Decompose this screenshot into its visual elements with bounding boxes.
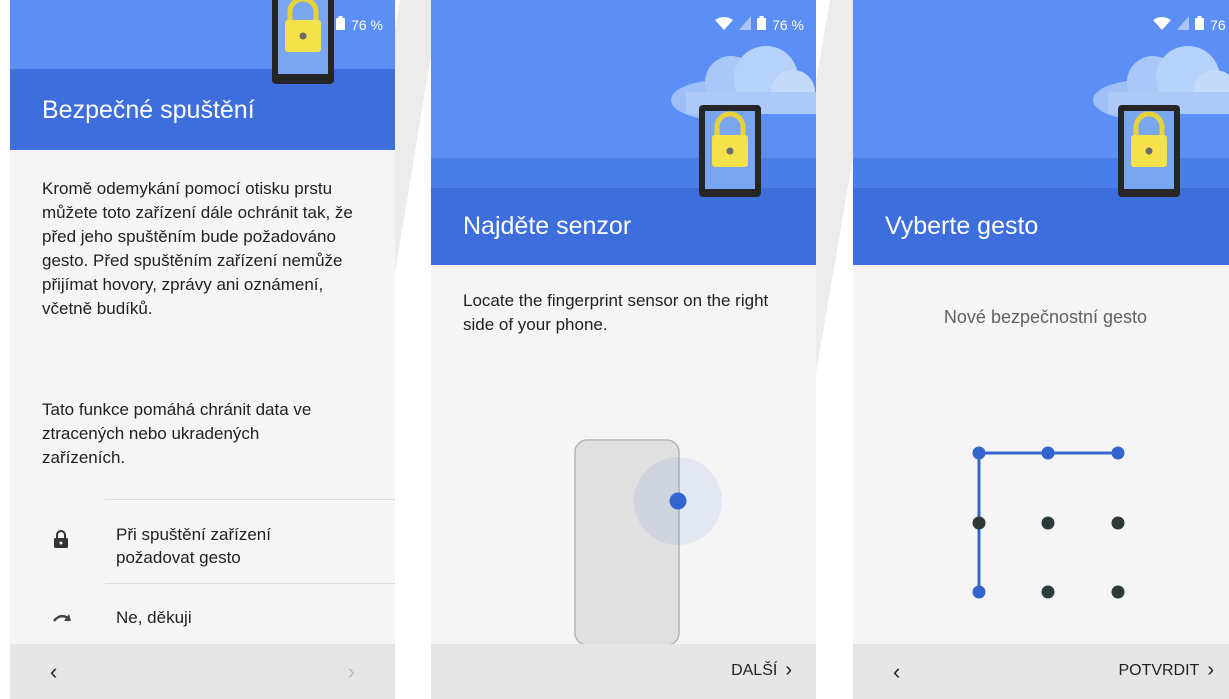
option-require-pattern[interactable]: Při spuštění zařízení požadovat gesto — [10, 500, 395, 584]
status-bar: 76 % — [1153, 16, 1229, 33]
pattern-dot[interactable] — [972, 585, 986, 599]
header-banner: 76 % Vyberte gesto — [853, 0, 1229, 265]
tablet-lock-illustration — [699, 105, 761, 197]
chevron-right-icon: › — [1207, 659, 1214, 681]
back-chevron-icon[interactable]: ‹ — [50, 659, 57, 685]
pattern-dot[interactable] — [972, 446, 986, 460]
pattern-dot[interactable] — [1041, 446, 1055, 460]
header-banner: 76 % Bezpečné spuštění — [10, 0, 395, 150]
lock-icon — [54, 530, 68, 548]
bottom-nav-bar: ‹ POTVRDIT › — [853, 644, 1229, 699]
pattern-dot[interactable] — [1111, 585, 1125, 599]
chevron-right-icon: › — [785, 659, 792, 681]
next-button[interactable]: DALŠÍ › — [731, 659, 792, 682]
bottom-nav-bar: DALŠÍ › — [431, 644, 816, 699]
pattern-dot[interactable] — [1111, 516, 1125, 530]
page-title: Najděte senzor — [463, 212, 632, 240]
instruction-text: Locate the fingerprint sensor on the rig… — [463, 291, 769, 334]
pattern-subtitle: Nové bezpečnostní gesto — [943, 307, 1148, 327]
option-no-thanks[interactable]: Ne, děkuji — [10, 584, 395, 642]
pattern-dot[interactable] — [1041, 516, 1055, 530]
tablet-lock-illustration — [272, 0, 334, 84]
page-title: Bezpečné spuštění — [42, 96, 255, 124]
bottom-nav-bar: ‹ › — [10, 644, 395, 699]
battery-icon — [1195, 16, 1205, 33]
pattern-grid[interactable] — [853, 420, 1229, 620]
next-button-label: DALŠÍ — [731, 661, 778, 679]
status-bar: 76 % — [715, 16, 804, 33]
confirm-button[interactable]: POTVRDIT › — [1118, 659, 1214, 682]
fingerprint-sensor-dot — [669, 492, 687, 510]
wifi-icon — [715, 16, 734, 33]
option-no-thanks-label: Ne, děkuji — [116, 608, 192, 627]
confirm-button-label: POTVRDIT — [1118, 661, 1200, 679]
back-chevron-icon[interactable]: ‹ — [893, 659, 900, 685]
forward-chevron-icon: › — [347, 659, 355, 684]
battery-icon — [336, 16, 346, 33]
wifi-icon — [1153, 16, 1172, 33]
pattern-dot[interactable] — [1111, 446, 1125, 460]
pattern-dot[interactable] — [972, 516, 986, 530]
no-sim-icon — [739, 16, 752, 33]
screen-find-sensor: 76 % Najděte senzor Locate the fingerpri… — [431, 0, 816, 699]
battery-percent: 76 % — [1210, 16, 1229, 33]
description-paragraph: Kromě odemykání pomocí otisku prstu může… — [42, 179, 353, 318]
phone-sensor-illustration — [574, 439, 722, 646]
battery-percent: 76 % — [351, 16, 383, 33]
tablet-lock-illustration — [1118, 105, 1180, 197]
screen-secure-startup: 76 % Bezpečné spuštění Kromě odemykání p… — [10, 0, 395, 699]
page-title: Vyberte gesto — [885, 212, 1039, 240]
no-sim-icon — [1177, 16, 1190, 33]
skip-arrow-icon — [53, 614, 71, 622]
battery-percent: 76 % — [772, 16, 804, 33]
option-require-pattern-label: Při spuštění zařízení požadovat gesto — [116, 525, 271, 567]
pattern-dot[interactable] — [1041, 585, 1055, 599]
screen-choose-pattern: 76 % Vyberte gesto Nové bezpečnostní ges… — [853, 0, 1229, 699]
header-banner: 76 % Najděte senzor — [431, 0, 816, 265]
battery-icon — [757, 16, 767, 33]
status-bar: 76 % — [336, 16, 383, 33]
info-paragraph: Tato funkce pomáhá chránit data ve ztrac… — [42, 400, 312, 467]
